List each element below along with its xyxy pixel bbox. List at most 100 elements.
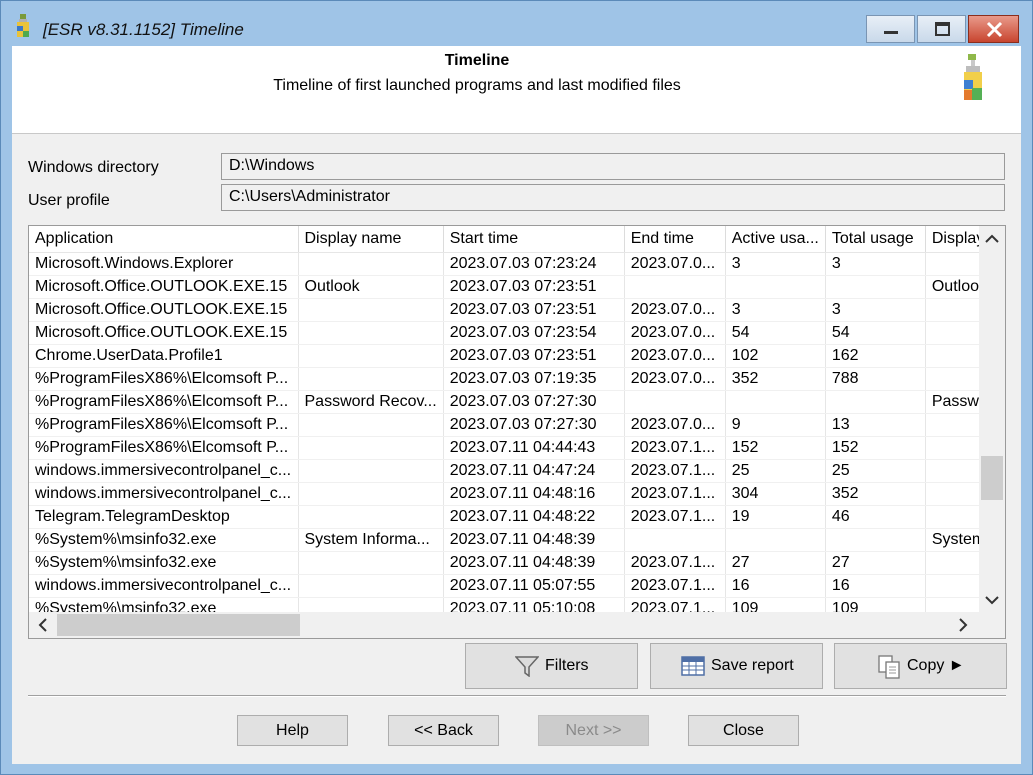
table-row[interactable]: %ProgramFilesX86%\Elcomsoft P... 2023.07.… (29, 436, 995, 460)
table-row[interactable]: Microsoft.Office.OUTLOOK.EXE.15 2023.07.0… (29, 298, 995, 322)
cell-total-usage: 16 (825, 574, 926, 598)
scroll-up-icon[interactable] (985, 230, 999, 246)
table-row[interactable]: Telegram.TelegramDesktop 2023.07.11 04:48… (29, 505, 995, 529)
cell-end-time: 2023.07.1... (624, 551, 726, 575)
scroll-left-icon[interactable] (37, 618, 47, 635)
window-title: [ESR v8.31.1152] Timeline (43, 20, 244, 39)
cell-total-usage: 3 (825, 252, 926, 276)
minimize-button[interactable] (866, 15, 915, 43)
cell-end-time: 2023.07.1... (624, 459, 726, 483)
save-report-button[interactable]: Save report (650, 643, 823, 689)
table-row[interactable]: %ProgramFilesX86%\Elcomsoft P... Password… (29, 390, 995, 414)
cell-total-usage (825, 528, 926, 552)
cell-active-usage: 352 (725, 367, 826, 391)
cell-total-usage: 54 (825, 321, 926, 345)
help-button[interactable]: Help (237, 715, 348, 746)
cell-start-time: 2023.07.03 07:23:51 (443, 298, 625, 322)
cell-application: %ProgramFilesX86%\Elcomsoft P... (29, 390, 299, 414)
cell-application: windows.immersivecontrolpanel_c... (29, 459, 299, 483)
cell-display-name (298, 298, 444, 322)
filters-label: Filters (545, 657, 589, 674)
close-button[interactable]: Close (688, 715, 799, 746)
cell-end-time: 2023.07.0... (624, 413, 726, 437)
column-header-active-usage[interactable]: Active usa... (725, 226, 826, 253)
column-header-display-name[interactable]: Display name (298, 226, 444, 253)
cell-end-time: 2023.07.1... (624, 436, 726, 460)
vertical-scrollbar[interactable] (979, 226, 1005, 612)
scroll-right-icon[interactable] (959, 618, 969, 635)
maximize-icon (935, 22, 950, 36)
table-row[interactable]: %ProgramFilesX86%\Elcomsoft P... 2023.07.… (29, 413, 995, 437)
horizontal-scrollbar[interactable] (29, 612, 1005, 638)
minimize-icon (884, 31, 898, 34)
cell-end-time: 2023.07.0... (624, 344, 726, 368)
cell-display-name (298, 459, 444, 483)
title-bar[interactable]: [ESR v8.31.1152] Timeline (1, 1, 1032, 46)
cell-active-usage: 304 (725, 482, 826, 506)
page-title: Timeline (444, 52, 510, 69)
table-row[interactable]: %System%\msinfo32.exe 2023.07.11 04:48:39… (29, 551, 995, 575)
spray-bottle-icon (964, 54, 982, 100)
cell-start-time: 2023.07.03 07:19:35 (443, 367, 625, 391)
table-row[interactable]: Chrome.UserData.Profile1 2023.07.03 07:23… (29, 344, 995, 368)
save-report-label: Save report (711, 657, 794, 674)
cell-active-usage: 19 (725, 505, 826, 529)
cell-display-name (298, 505, 444, 529)
table-row[interactable]: Microsoft.Office.OUTLOOK.EXE.15 Outlook 20… (29, 275, 995, 299)
copy-button[interactable]: Copy ► (834, 643, 1007, 689)
table-header-row: Application Display name Start time End … (29, 226, 995, 253)
cell-total-usage: 352 (825, 482, 926, 506)
timeline-grid: Application Display name Start time End … (29, 226, 995, 621)
cell-end-time: 2023.07.1... (624, 482, 726, 506)
cell-active-usage: 25 (725, 459, 826, 483)
cell-display-name (298, 436, 444, 460)
cell-active-usage: 27 (725, 551, 826, 575)
cell-application: Microsoft.Office.OUTLOOK.EXE.15 (29, 275, 299, 299)
column-header-application[interactable]: Application (29, 226, 299, 253)
table-row[interactable]: %ProgramFilesX86%\Elcomsoft P... 2023.07.… (29, 367, 995, 391)
close-window-button[interactable] (968, 15, 1019, 43)
table-row[interactable]: windows.immersivecontrolpanel_c... 2023.0… (29, 459, 995, 483)
copy-documents-icon (878, 655, 900, 679)
window-frame-bottom (1, 764, 1032, 774)
cell-start-time: 2023.07.11 04:48:16 (443, 482, 625, 506)
divider (28, 695, 1006, 697)
cell-application: %System%\msinfo32.exe (29, 528, 299, 552)
column-header-end-time[interactable]: End time (624, 226, 726, 253)
cell-display-name: Password Recov... (298, 390, 444, 414)
next-button[interactable]: Next >> (538, 715, 649, 746)
cell-active-usage: 152 (725, 436, 826, 460)
table-row[interactable]: Microsoft.Office.OUTLOOK.EXE.15 2023.07.0… (29, 321, 995, 345)
cell-application: %System%\msinfo32.exe (29, 551, 299, 575)
cell-display-name (298, 321, 444, 345)
vertical-scroll-thumb[interactable] (981, 456, 1003, 500)
back-button[interactable]: << Back (388, 715, 499, 746)
table-row[interactable]: %System%\msinfo32.exe System Informa... 20… (29, 528, 995, 552)
maximize-button[interactable] (917, 15, 966, 43)
cell-end-time: 2023.07.0... (624, 298, 726, 322)
column-header-total-usage[interactable]: Total usage (825, 226, 926, 253)
timeline-table[interactable]: Application Display name Start time End … (28, 225, 1006, 639)
cell-display-name (298, 574, 444, 598)
cell-start-time: 2023.07.03 07:27:30 (443, 390, 625, 414)
cell-start-time: 2023.07.03 07:23:51 (443, 275, 625, 299)
cell-application: Microsoft.Windows.Explorer (29, 252, 299, 276)
column-header-start-time[interactable]: Start time (443, 226, 625, 253)
cell-start-time: 2023.07.03 07:27:30 (443, 413, 625, 437)
cell-application: windows.immersivecontrolpanel_c... (29, 574, 299, 598)
table-row[interactable]: Microsoft.Windows.Explorer 2023.07.03 07:… (29, 252, 995, 276)
filters-button[interactable]: Filters (465, 643, 638, 689)
page-header: Timeline Timeline of first launched prog… (12, 46, 1021, 134)
user-profile-field[interactable]: C:\Users\Administrator (221, 184, 1005, 211)
cell-display-name: Outlook (298, 275, 444, 299)
cell-start-time: 2023.07.03 07:23:54 (443, 321, 625, 345)
table-row[interactable]: windows.immersivecontrolpanel_c... 2023.0… (29, 574, 995, 598)
cell-total-usage (825, 390, 926, 414)
page-subtitle: Timeline of first launched programs and … (273, 77, 681, 94)
cell-start-time: 2023.07.11 04:48:39 (443, 528, 625, 552)
cell-application: %ProgramFilesX86%\Elcomsoft P... (29, 367, 299, 391)
scroll-down-icon[interactable] (985, 592, 999, 608)
horizontal-scroll-thumb[interactable] (57, 614, 300, 636)
table-row[interactable]: windows.immersivecontrolpanel_c... 2023.0… (29, 482, 995, 506)
windows-directory-field[interactable]: D:\Windows (221, 153, 1005, 180)
